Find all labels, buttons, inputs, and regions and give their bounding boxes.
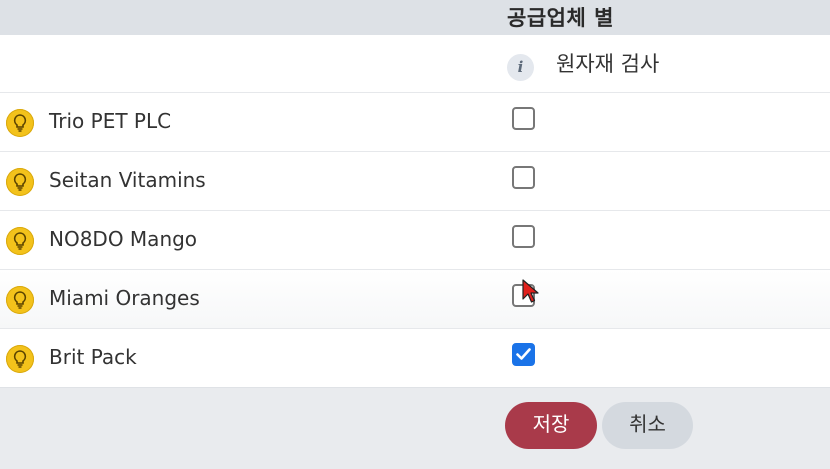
inspection-checkbox[interactable] — [512, 107, 535, 130]
checkmark-icon — [516, 348, 531, 360]
lightbulb-icon[interactable] — [6, 168, 34, 196]
lightbulb-icon[interactable] — [6, 227, 34, 255]
table-row: Trio PET PLC — [0, 93, 830, 152]
lightbulb-icon[interactable] — [6, 109, 34, 137]
page-title: 공급업체 별 — [507, 6, 614, 30]
supplier-name: Trio PET PLC — [49, 109, 172, 133]
mouse-cursor-icon — [522, 279, 539, 303]
save-button[interactable]: 저장 — [505, 402, 597, 449]
column-label: 원자재 검사 — [556, 52, 660, 76]
supplier-name: Seitan Vitamins — [49, 168, 206, 192]
info-icon[interactable]: i — [507, 54, 534, 81]
table-row: Miami Oranges — [0, 270, 830, 329]
supplier-name: Miami Oranges — [49, 286, 200, 310]
supplier-table: i 원자재 검사 Trio PET PLC Seitan Vitamins NO… — [0, 35, 830, 388]
supplier-name: NO8DO Mango — [49, 227, 198, 251]
supplier-name: Brit Pack — [49, 345, 137, 369]
inspection-checkbox[interactable] — [512, 343, 535, 366]
supplier-inspection-panel: 공급업체 별 i 원자재 검사 Trio PET PLC Seitan Vita… — [0, 0, 830, 469]
header-bar: 공급업체 별 — [0, 0, 830, 35]
table-row: NO8DO Mango — [0, 211, 830, 270]
inspection-checkbox[interactable] — [512, 225, 535, 248]
lightbulb-icon[interactable] — [6, 286, 34, 314]
column-header-row: i 원자재 검사 — [0, 35, 830, 93]
lightbulb-icon[interactable] — [6, 345, 34, 373]
table-row: Brit Pack — [0, 329, 830, 388]
cancel-button[interactable]: 취소 — [602, 402, 693, 449]
table-row: Seitan Vitamins — [0, 152, 830, 211]
inspection-checkbox[interactable] — [512, 166, 535, 189]
